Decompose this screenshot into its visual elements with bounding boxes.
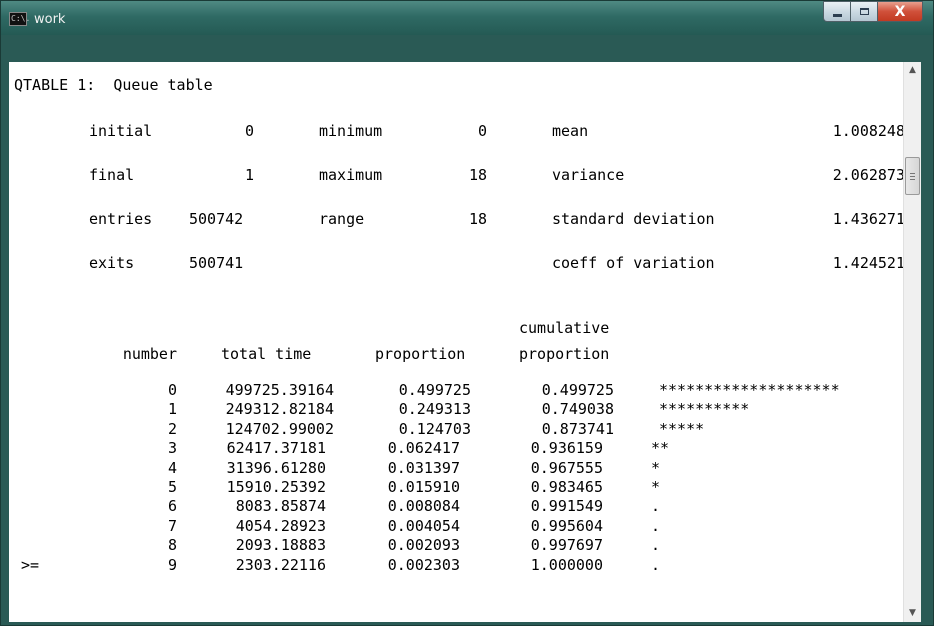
variance-label: variance (552, 166, 625, 184)
scroll-down-arrow-icon[interactable]: ▼ (904, 605, 921, 622)
row-bar: ********** (659, 400, 750, 419)
row-total-time: 2093.18883 (235, 536, 326, 555)
row-proportion: 0.002093 (387, 536, 460, 555)
row-cumulative: 0.995604 (530, 516, 603, 535)
row-bar: . (651, 497, 661, 516)
variance-value: 2.062873 (832, 166, 905, 184)
row-prefix: >= (21, 555, 40, 574)
grip-line (910, 179, 915, 180)
standard-deviation-value: 1.436271 (832, 210, 905, 228)
proportion-column-header: proportion (375, 345, 466, 363)
row-total-time: 2303.22116 (235, 555, 326, 574)
cmd-icon: C:\. (9, 12, 30, 26)
minimize-icon (832, 14, 842, 17)
scrollbar-thumb[interactable] (905, 157, 920, 195)
row-cumulative: 0.499725 (541, 381, 614, 399)
row-total-time: 8083.85874 (235, 497, 326, 516)
grip-line (910, 176, 915, 177)
minimum-label: minimum (319, 122, 383, 140)
title-bar[interactable]: C:\. work X (1, 1, 933, 35)
row-bar: . (651, 516, 661, 535)
row-cumulative: 0.873741 (541, 419, 614, 438)
minimum-value: 0 (477, 122, 487, 140)
range-value: 18 (468, 210, 487, 228)
row-cumulative: 0.997697 (530, 536, 603, 555)
mean-label: mean (552, 122, 589, 140)
scroll-up-arrow-icon[interactable]: ▲ (904, 62, 921, 79)
row-proportion: 0.015910 (387, 478, 460, 496)
row-cumulative: 0.749038 (541, 400, 614, 419)
vertical-scrollbar[interactable]: ▲ ▼ (903, 62, 921, 622)
row-total-time: 249312.82184 (225, 400, 334, 419)
standard-deviation-label: standard deviation (552, 210, 715, 228)
row-total-time: 499725.39164 (225, 381, 334, 399)
row-total-time: 62417.37181 (226, 439, 326, 458)
row-proportion: 0.008084 (387, 497, 460, 516)
row-cumulative: 0.983465 (530, 478, 603, 496)
entries-value: 500742 (189, 210, 244, 228)
coeff-of-variation-value: 1.424521 (832, 254, 905, 272)
final-value: 1 (244, 166, 254, 184)
maximize-icon (859, 8, 869, 15)
console-window: C:\. work X QTABLE 1: Queue table initia… (0, 0, 934, 626)
row-proportion: 0.031397 (387, 458, 460, 477)
initial-label: initial (89, 122, 153, 140)
cumulative-column-header: cumulative (519, 319, 610, 337)
console-output: QTABLE 1: Queue table initial 0 final 1 … (9, 62, 905, 622)
row-proportion: 0.499725 (398, 381, 471, 399)
final-label: final (89, 166, 135, 184)
minimize-button[interactable] (823, 1, 850, 22)
row-total-time: 31396.61280 (226, 458, 326, 477)
row-proportion: 0.124703 (398, 419, 471, 438)
row-bar: . (651, 555, 661, 574)
exits-value: 500741 (189, 254, 244, 272)
row-proportion: 0.002303 (387, 555, 460, 574)
exits-label: exits (89, 254, 135, 272)
report-header: QTABLE 1: Queue table (14, 76, 213, 94)
window-title: work (34, 11, 66, 27)
close-button[interactable]: X (877, 1, 923, 22)
grip-line (910, 173, 915, 174)
row-bar: ***** (659, 419, 705, 438)
cumulative-proportion-column-header: proportion (519, 345, 610, 363)
row-bar: * (651, 458, 661, 477)
row-total-time: 4054.28923 (235, 516, 326, 535)
entries-label: entries (89, 210, 153, 228)
coeff-of-variation-label: coeff of variation (552, 254, 715, 272)
row-cumulative: 0.967555 (530, 458, 603, 477)
row-proportion: 0.249313 (398, 400, 471, 419)
total-time-column-header: total time (221, 345, 312, 363)
mean-value: 1.008248 (832, 122, 905, 140)
row-bar: * (651, 478, 661, 496)
number-column-header: number (122, 345, 177, 363)
row-total-time: 15910.25392 (226, 478, 326, 496)
row-cumulative: 0.936159 (530, 439, 603, 458)
row-total-time: 124702.99002 (225, 419, 334, 438)
row-bar: ******************** (659, 381, 840, 399)
row-proportion: 0.004054 (387, 516, 460, 535)
console-client-area[interactable]: QTABLE 1: Queue table initial 0 final 1 … (9, 62, 921, 622)
row-bar: ** (651, 439, 670, 458)
maximize-button[interactable] (850, 1, 877, 22)
range-label: range (319, 210, 365, 228)
initial-value: 0 (244, 122, 254, 140)
row-cumulative: 1.000000 (530, 555, 603, 574)
row-proportion: 0.062417 (387, 439, 460, 458)
row-cumulative: 0.991549 (530, 497, 603, 516)
row-bar: . (651, 536, 661, 555)
close-icon: X (894, 3, 906, 20)
maximum-label: maximum (319, 166, 383, 184)
maximum-value: 18 (468, 166, 487, 184)
